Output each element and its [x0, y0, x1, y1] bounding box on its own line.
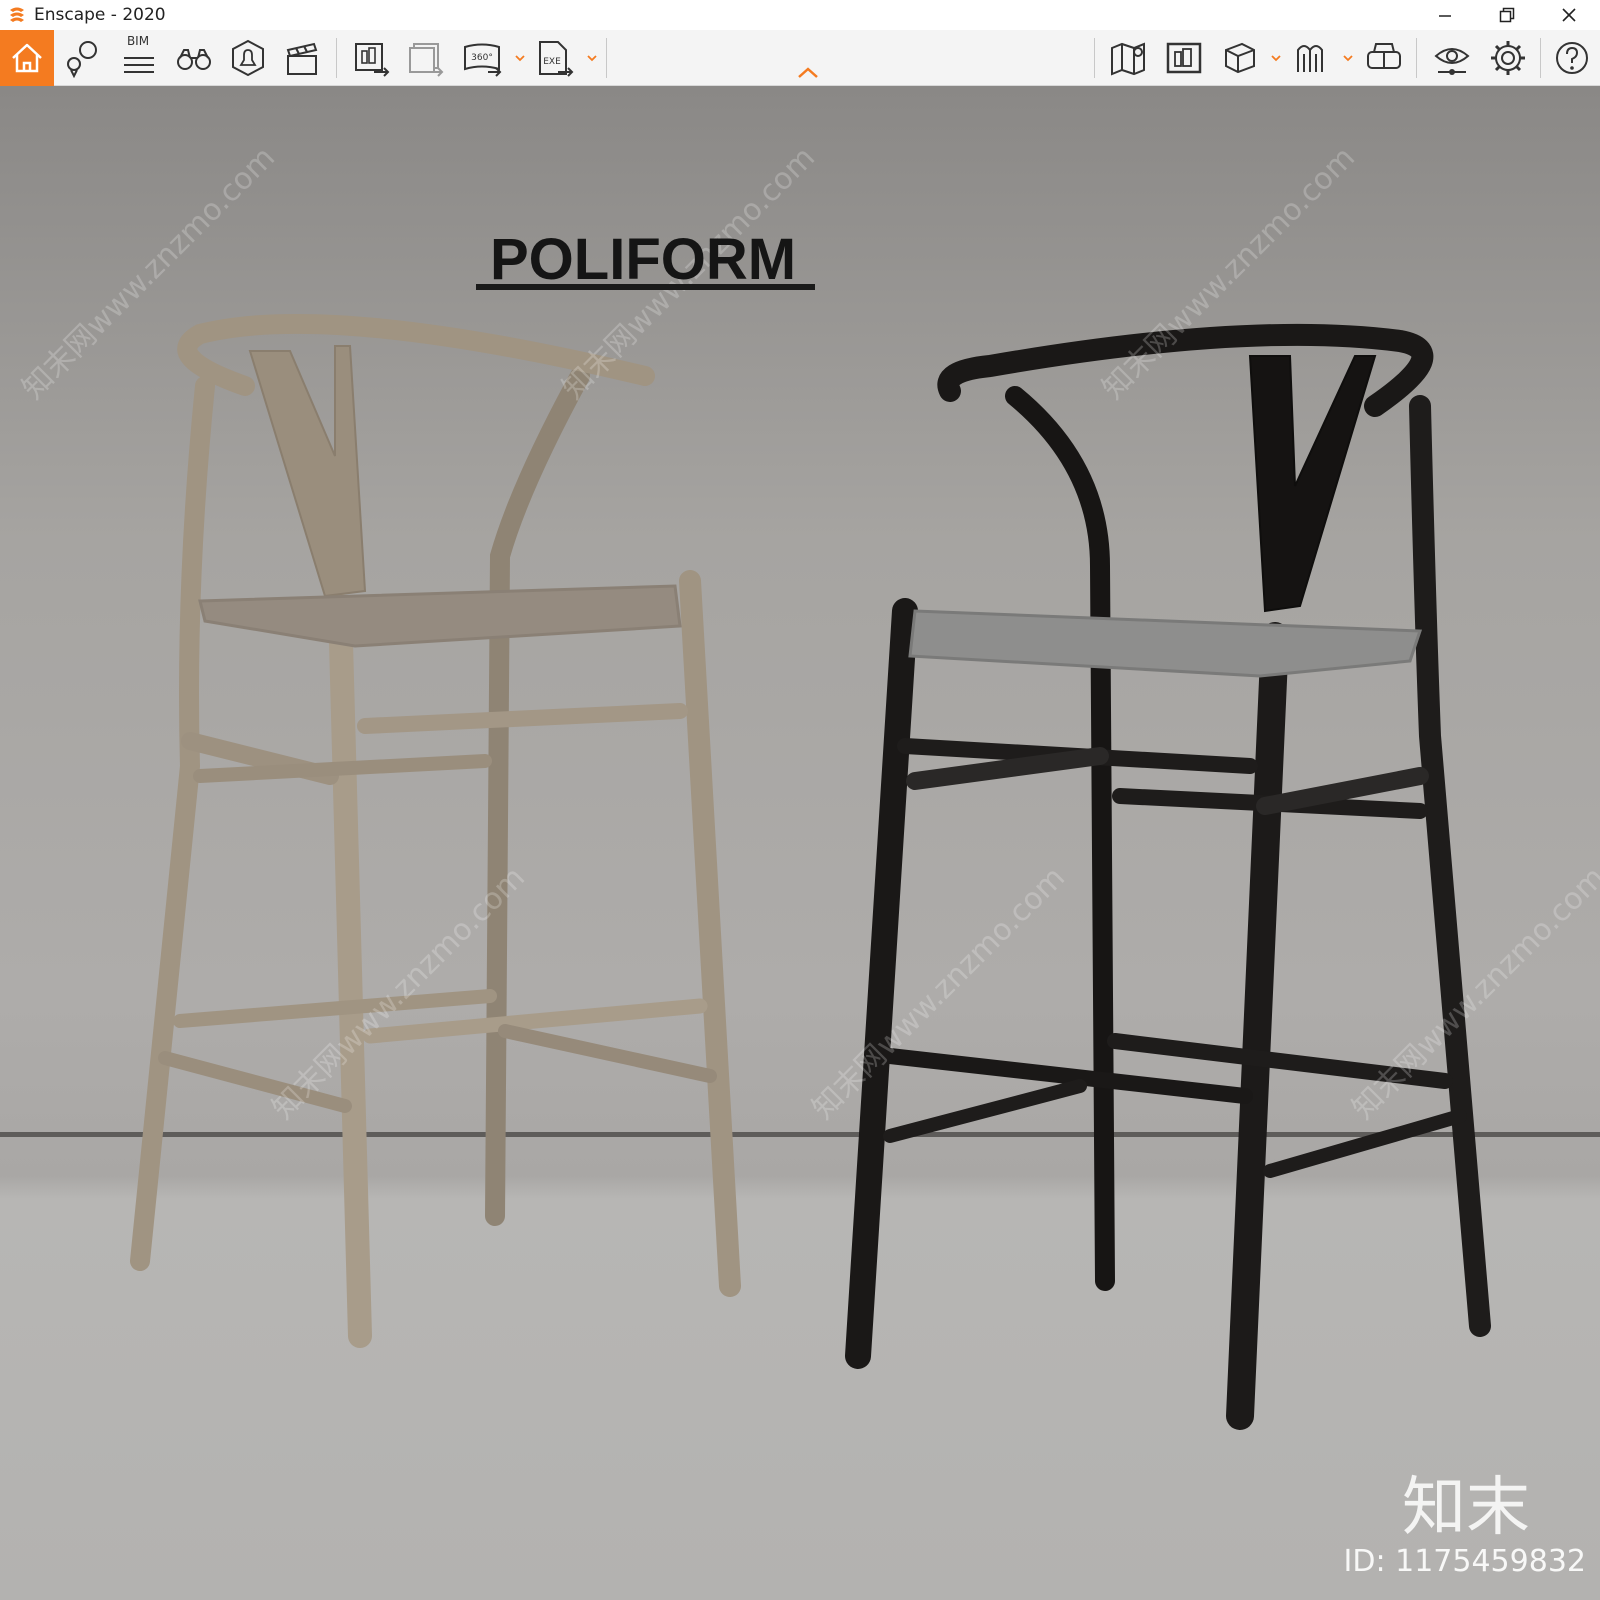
black-wishbone-bar-stool: [845, 323, 1491, 1430]
bim-mode-button[interactable]: BIM: [114, 34, 162, 82]
panorama-360-icon: 360°: [464, 43, 502, 77]
bim-label: BIM: [126, 34, 150, 48]
panorama-dropdown[interactable]: [514, 52, 526, 64]
watermark-id: ID: 1175459832: [1343, 1544, 1586, 1579]
bim-info-button[interactable]: [58, 34, 106, 82]
walk-mode-button[interactable]: [170, 34, 218, 82]
window-title: Enscape - 2020: [34, 5, 166, 25]
map-button[interactable]: [1104, 34, 1152, 82]
export-image-icon: [355, 43, 390, 77]
home-button[interactable]: [0, 30, 54, 86]
sound-button[interactable]: [224, 34, 272, 82]
help-icon: [1556, 42, 1588, 74]
minimize-icon: [1439, 15, 1451, 17]
brand-title: POLIFORM: [490, 227, 797, 292]
visual-settings-icon: [1434, 48, 1470, 75]
view-dropdown[interactable]: [1270, 52, 1282, 64]
minimize-button[interactable]: [1414, 0, 1476, 30]
restore-icon: [1499, 7, 1515, 23]
export-image-button[interactable]: [348, 34, 396, 82]
toolbar-separator: [1540, 38, 1541, 78]
vr-headset-button[interactable]: [1360, 34, 1408, 82]
vr-headset-icon: [1367, 43, 1401, 69]
asset-library-button[interactable]: [1160, 34, 1208, 82]
panorama-label: 360°: [471, 53, 493, 63]
sun-icon: [1297, 45, 1323, 72]
enscape-toolbar: BIM 360° EXE: [0, 30, 1600, 86]
clapperboard-icon: [286, 42, 318, 75]
brand-underline: [476, 284, 815, 290]
collapse-toolbar-icon[interactable]: [796, 66, 820, 80]
chevron-down-icon: [1271, 55, 1281, 62]
view-management-button[interactable]: [1216, 34, 1264, 82]
asset-library-icon: [1166, 42, 1202, 74]
title-bar: Enscape - 2020: [0, 0, 1600, 30]
watermark-logo: 知末: [1402, 1471, 1530, 1545]
visual-settings-button[interactable]: [1428, 34, 1476, 82]
export-panorama-button[interactable]: 360°: [458, 34, 506, 82]
oak-wishbone-bar-stool: [130, 313, 741, 1348]
toolbar-separator: [606, 38, 607, 78]
close-button[interactable]: [1538, 0, 1600, 30]
wall-floor-edge: [0, 1132, 1600, 1137]
settings-button[interactable]: [1484, 34, 1532, 82]
render-viewport[interactable]: 知末网www.znzmo.com 知末网www.znzmo.com 知末网www…: [0, 86, 1600, 1600]
video-editor-button[interactable]: [278, 34, 326, 82]
settings-gear-icon: [1491, 41, 1525, 75]
restore-button[interactable]: [1476, 0, 1538, 30]
home-icon: [12, 43, 42, 73]
close-icon: [1562, 8, 1576, 22]
exe-label: EXE: [543, 57, 561, 67]
toolbar-separator: [1416, 38, 1417, 78]
chevron-down-icon: [1343, 55, 1353, 62]
toolbar-separator: [336, 38, 337, 78]
help-button[interactable]: [1548, 34, 1596, 82]
batch-render-icon: [409, 43, 444, 77]
sun-dropdown[interactable]: [1342, 52, 1354, 64]
chevron-down-icon: [515, 55, 525, 62]
render-scene: [0, 313, 1600, 1430]
chevron-down-icon: [587, 55, 597, 62]
batch-render-button[interactable]: [402, 34, 450, 82]
export-exe-button[interactable]: EXE: [530, 34, 578, 82]
enscape-logo-icon: [10, 7, 24, 22]
export-exe-icon: EXE: [539, 41, 574, 77]
toolbar-separator: [1094, 38, 1095, 78]
binoculars-icon: [177, 49, 211, 70]
map-icon: [1111, 42, 1145, 76]
bell-icon: [232, 39, 264, 77]
cube-icon: [1225, 42, 1255, 74]
exe-dropdown[interactable]: [586, 52, 598, 64]
map-pin-icon: [67, 41, 97, 78]
sun-study-button[interactable]: [1288, 34, 1336, 82]
